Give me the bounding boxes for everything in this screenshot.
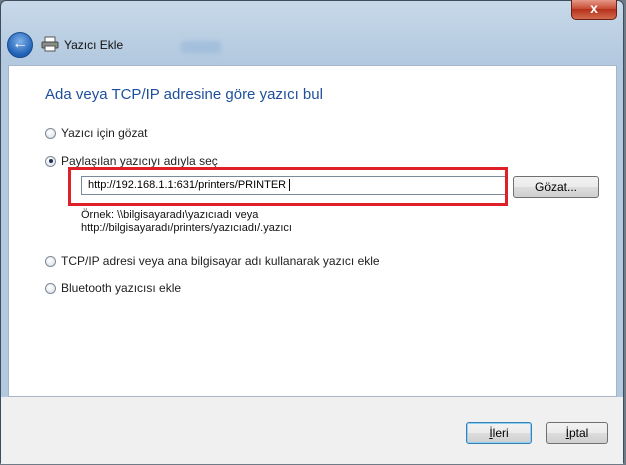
example-line-2: http://bilgisayaradı/printers/yazıcıadı/… <box>81 222 292 234</box>
close-icon: x <box>590 0 598 16</box>
radio-bluetooth-printer[interactable] <box>45 282 56 294</box>
option-browse-printer[interactable]: Yazıcı için gözat <box>45 126 147 140</box>
example-line-1: Örnek: \\bilgisayaradı\yazıcıadı veya <box>81 209 259 221</box>
cancel-button[interactable]: İptal <box>546 422 608 444</box>
option-label: Yazıcı için gözat <box>61 126 148 140</box>
close-button[interactable]: x <box>571 0 617 20</box>
example-text: Örnek: \\bilgisayaradı\yazıcıadı veya ht… <box>81 209 292 235</box>
option-label: Bluetooth yazıcısı ekle <box>61 281 182 295</box>
radio-browse-printer[interactable] <box>45 127 56 139</box>
next-button[interactable]: İleri <box>466 422 532 444</box>
back-button[interactable]: ← <box>7 32 33 58</box>
background-blur <box>181 41 221 53</box>
option-bluetooth-printer[interactable]: Bluetooth yazıcısı ekle <box>45 281 181 295</box>
browse-button[interactable]: Gözat... <box>513 176 599 198</box>
option-shared-printer[interactable]: Paylaşılan yazıcıyı adıyla seç <box>45 154 218 168</box>
dialog-footer: İleri İptal <box>1 397 623 464</box>
window-title: Yazıcı Ekle <box>64 38 124 52</box>
printer-icon <box>41 36 59 52</box>
highlight-box <box>68 167 508 206</box>
option-tcpip-printer[interactable]: TCP/IP adresi veya ana bilgisayar adı ku… <box>45 254 380 268</box>
option-label: Paylaşılan yazıcıyı adıyla seç <box>61 154 218 168</box>
radio-shared-printer[interactable] <box>45 155 56 167</box>
page-heading: Ada veya TCP/IP adresine göre yazıcı bul <box>45 86 323 103</box>
dialog-window: x ← Yazıcı Ekle Ada veya TCP/IP adresine… <box>0 0 624 464</box>
radio-tcpip-printer[interactable] <box>45 255 56 267</box>
cancel-label: ptal <box>568 426 589 440</box>
content-panel: Ada veya TCP/IP adresine göre yazıcı bul… <box>8 65 617 397</box>
option-label: TCP/IP adresi veya ana bilgisayar adı ku… <box>61 254 380 268</box>
title-bar: ← Yazıcı Ekle <box>1 21 623 65</box>
back-arrow-icon: ← <box>12 35 28 52</box>
next-label: leri <box>492 426 509 440</box>
